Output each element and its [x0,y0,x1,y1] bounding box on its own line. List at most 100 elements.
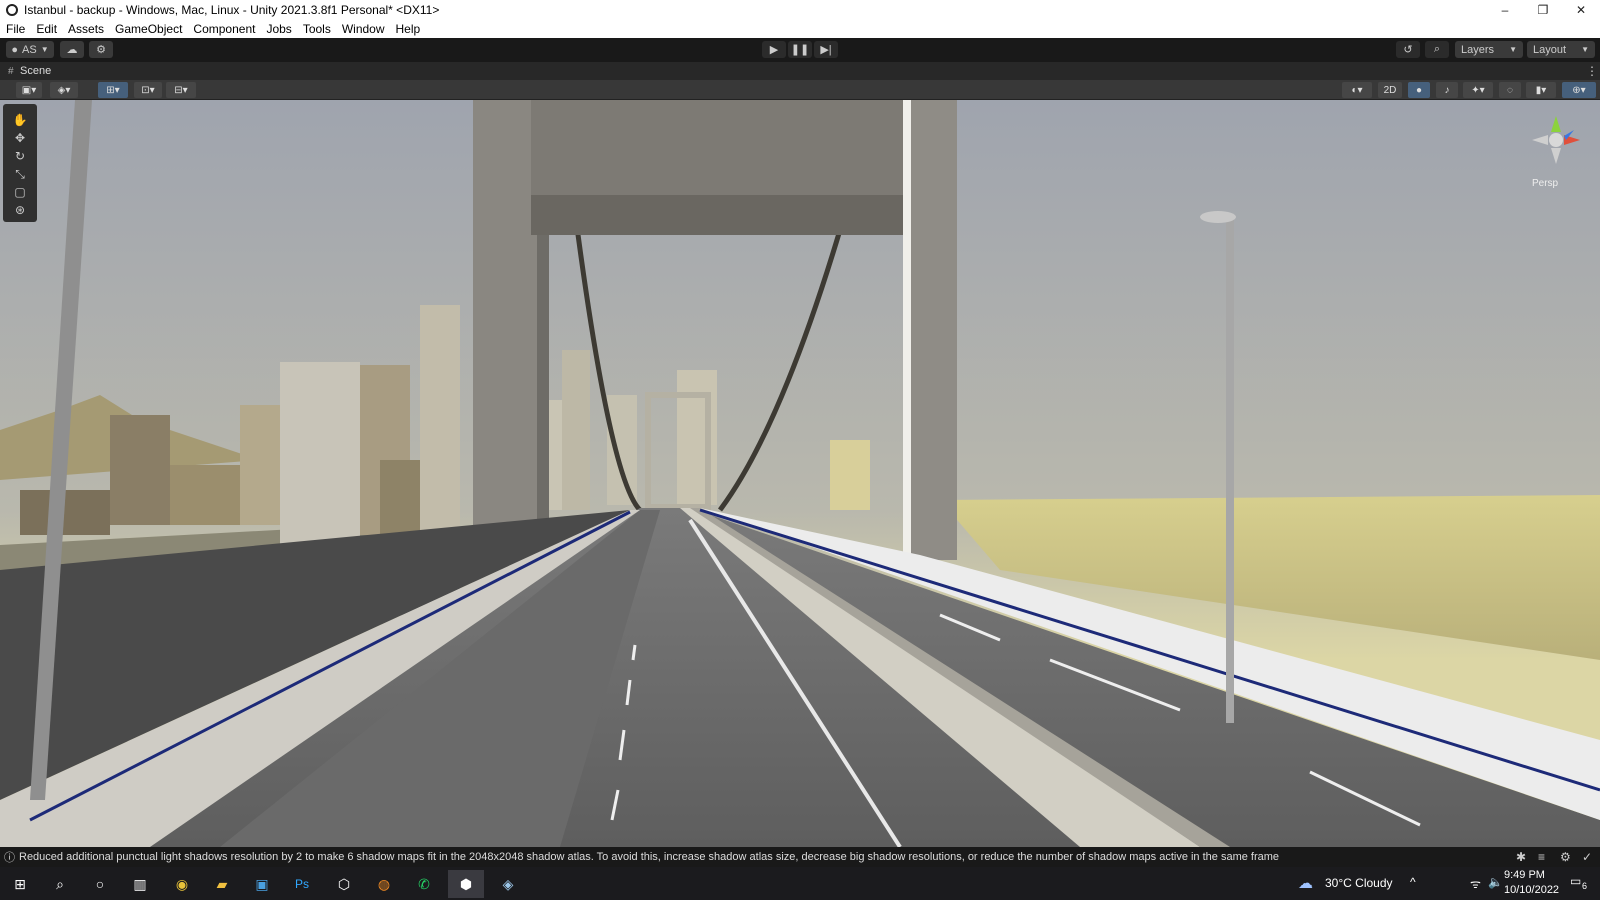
play-controls: ▶ ❚❚ ▶| [762,41,838,58]
cube-icon: ◈▾ [57,84,71,96]
menu-window[interactable]: Window [342,22,385,36]
shading-mode-dropdown[interactable]: ◐▾ [1342,82,1372,98]
clock-date[interactable]: 10/10/2022 [1504,884,1559,896]
unity-logo-icon [6,4,18,16]
menu-component[interactable]: Component [193,22,255,36]
tab-scene[interactable]: Scene [20,65,51,77]
unity-editor-icon: ◈ [502,875,514,892]
chrome-app[interactable]: ◉ [164,870,200,898]
snap-increment-dropdown[interactable]: ⊡▾ [134,82,162,98]
history-button[interactable]: ↺ [1396,41,1420,58]
scale-icon: ⤡ [15,166,25,181]
unity-hub-app[interactable]: ⬡ [326,870,362,898]
check-icon[interactable]: ✓ [1582,850,1592,864]
cloud-button[interactable]: ☁ [60,41,84,58]
move-tool[interactable]: ✥ [9,130,31,146]
hidden-objects-toggle[interactable]: ◌ [1499,82,1521,98]
lighting-toggle[interactable]: ● [1408,82,1430,98]
search-taskbar-button[interactable]: ⌕ [42,870,78,898]
volume-icon[interactable]: 🔈 [1488,875,1503,889]
globe-icon: ⊕▾ [1572,84,1586,96]
blender-app[interactable]: ◍ [366,870,402,898]
taskview-button[interactable]: ▥ [122,870,158,898]
collab-button[interactable]: ⚙ [89,41,113,58]
draw-mode-icon: ▣▾ [21,84,37,96]
ruler-icon: ⊟▾ [174,84,188,96]
bug-icon[interactable]: ✱ [1516,850,1526,864]
stack-icon[interactable]: ≡ [1538,850,1545,864]
draw-mode-dropdown[interactable]: ▣▾ [16,82,42,98]
step-button[interactable]: ▶| [814,41,838,58]
unity-icon: ⬢ [459,875,473,892]
view-mode-dropdown[interactable]: ◈▾ [50,82,78,98]
audio-toggle[interactable]: ♪ [1436,82,1458,98]
store-icon: ▣ [255,875,269,892]
account-dropdown[interactable]: ● AS ▼ [6,41,54,58]
clock-time[interactable]: 9:49 PM [1504,869,1545,881]
menu-file[interactable]: File [6,22,25,36]
grid-settings-dropdown[interactable]: ⊟▾ [166,82,196,98]
chevron-up-icon[interactable]: ^ [1410,875,1416,889]
persp-label[interactable]: Persp [1532,178,1558,189]
search-icon: ⌕ [1433,43,1441,55]
lightbulb-icon: ● [1415,84,1423,96]
cloud-weather-icon: ☁ [1298,875,1313,892]
unity-editor-app[interactable]: ⬢ [448,870,484,898]
grid-snap-toggle[interactable]: ⊞▾ [98,82,128,98]
photoshop-icon: Ps [294,877,309,891]
rect-icon: ▢ [14,185,26,199]
layout-dropdown[interactable]: Layout ▼ [1527,41,1595,58]
effects-dropdown[interactable]: ✦▾ [1463,82,1493,98]
restore-button[interactable]: ❐ [1524,0,1562,20]
notification-icon[interactable]: ▭ [1570,874,1581,888]
settings-icon[interactable]: ⚙ [1560,850,1571,864]
menu-help[interactable]: Help [396,22,421,36]
scene-viewport[interactable] [0,100,1600,847]
chevron-down-icon: ▼ [1509,45,1517,54]
cortana-button[interactable]: ○ [82,870,118,898]
window-title: Istanbul - backup - Windows, Mac, Linux … [24,3,440,17]
pause-button[interactable]: ❚❚ [788,41,812,58]
unity-second-app[interactable]: ◈ [490,870,526,898]
menu-jobs[interactable]: Jobs [266,22,291,36]
more-options-icon[interactable]: ⋮ [1586,64,1598,78]
scene-toolbar: ▣▾ ◈▾ ⊞▾ ⊡▾ ⊟▾ ◐▾ 2D ● ♪ ✦▾ ◌ ▮▾ ⊕▾ [0,80,1600,100]
network-icon[interactable]: ᯤ [1470,875,1481,892]
menu-assets[interactable]: Assets [68,22,104,36]
menu-tools[interactable]: Tools [303,22,331,36]
weather-label[interactable]: 30°C Cloudy [1325,876,1393,890]
scale-tool[interactable]: ⤡ [9,166,31,182]
camera-icon: ▮▾ [1535,84,1547,96]
layout-label: Layout [1533,43,1567,56]
explorer-app[interactable]: ▰ [204,870,240,898]
menu-edit[interactable]: Edit [36,22,57,36]
menu-gameobject[interactable]: GameObject [115,22,182,36]
whatsapp-app[interactable]: ✆ [406,870,442,898]
tool-palette: ✋ ✥ ↻ ⤡ ▢ ⊛ [3,104,37,222]
search-button[interactable]: ⌕ [1425,41,1449,58]
transform-tool[interactable]: ⊛ [9,202,31,218]
close-button[interactable]: ✕ [1562,0,1600,20]
unity-hub-icon: ⬡ [337,875,351,892]
photoshop-app[interactable]: Ps [284,870,320,898]
layers-dropdown[interactable]: Layers ▼ [1455,41,1523,58]
minimize-button[interactable]: – [1486,0,1524,20]
start-button[interactable]: ⊞ [2,870,38,898]
chevron-down-icon: ▼ [40,45,49,54]
play-button[interactable]: ▶ [762,41,786,58]
console-status-message[interactable]: Reduced additional punctual light shadow… [19,851,1279,863]
2d-toggle[interactable]: 2D [1378,82,1402,98]
search-icon: ⌕ [56,875,64,892]
hand-tool[interactable]: ✋ [9,112,31,128]
chrome-icon: ◉ [175,875,189,892]
notification-count: 6 [1582,881,1588,891]
main-toolbar: ● AS ▼ ☁ ⚙ ▶ ❚❚ ▶| ↺ ⌕ Layers ▼ Layout ▼ [0,38,1600,62]
taskview-icon: ▥ [133,875,147,892]
windows-taskbar: ⊞ ⌕ ○ ▥ ◉ ▰ ▣ Ps ⬡ ◍ ✆ ⬢ ◈ ☁ 30°C Cloudy… [0,867,1600,900]
rect-tool[interactable]: ▢ [9,184,31,200]
rotate-tool[interactable]: ↻ [9,148,31,164]
camera-settings-dropdown[interactable]: ▮▾ [1526,82,1556,98]
gizmos-dropdown[interactable]: ⊕▾ [1562,82,1596,98]
store-app[interactable]: ▣ [244,870,280,898]
move-icon: ✥ [14,131,26,145]
